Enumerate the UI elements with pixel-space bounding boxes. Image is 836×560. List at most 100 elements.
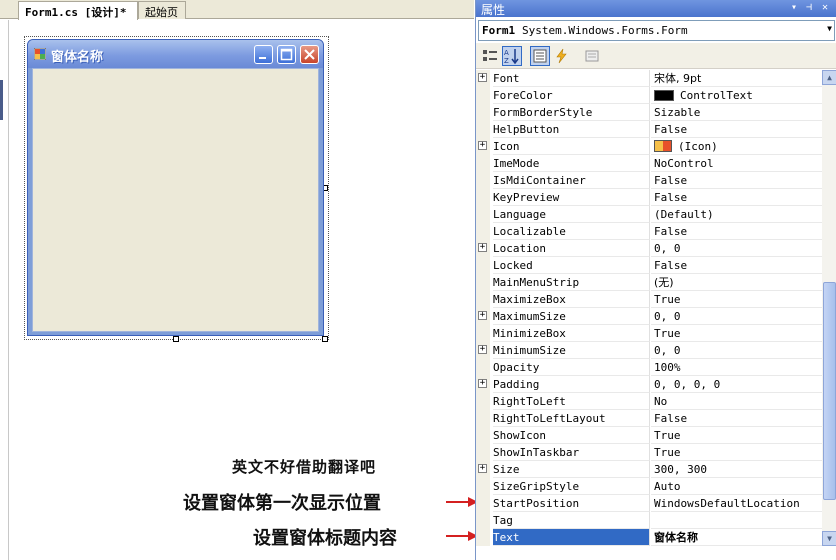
expand-plus-icon[interactable]: +	[478, 73, 487, 82]
property-row[interactable]: MinimizeBox True	[476, 325, 822, 342]
property-value[interactable]: 窗体名称	[651, 529, 822, 546]
property-row[interactable]: MaximizeBox True	[476, 291, 822, 308]
property-name[interactable]: Text	[493, 529, 650, 546]
property-row[interactable]: StartPosition WindowsDefaultLocation	[476, 495, 822, 512]
property-row[interactable]: Localizable False	[476, 223, 822, 240]
expand-plus-icon[interactable]: +	[478, 345, 487, 354]
property-value[interactable]: False	[651, 121, 822, 138]
tab-form1-design[interactable]: Form1.cs [设计]*	[18, 1, 138, 20]
property-name[interactable]: SizeGripStyle	[493, 478, 650, 495]
property-name[interactable]: ShowInTaskbar	[493, 444, 650, 461]
property-row[interactable]: Text 窗体名称	[476, 529, 822, 546]
property-row[interactable]: ShowInTaskbar True	[476, 444, 822, 461]
property-value[interactable]: NoControl	[651, 155, 822, 172]
property-row[interactable]: Language (Default)	[476, 206, 822, 223]
tab-start-page[interactable]: 起始页	[138, 1, 186, 19]
property-row[interactable]: + MaximumSize 0, 0	[476, 308, 822, 325]
property-value[interactable]: 0, 0	[651, 308, 822, 325]
maximize-button[interactable]	[277, 45, 296, 64]
scroll-down-button[interactable]: ▼	[822, 531, 836, 546]
close-button[interactable]	[300, 45, 319, 64]
property-name[interactable]: Localizable	[493, 223, 650, 240]
property-name[interactable]: Padding	[493, 376, 650, 393]
expand-plus-icon[interactable]: +	[478, 464, 487, 473]
dropdown-icon[interactable]: ▾	[788, 2, 800, 14]
property-row[interactable]: FormBorderStyle Sizable	[476, 104, 822, 121]
form-preview-window[interactable]: 窗体名称	[27, 39, 324, 336]
property-value[interactable]: 宋体, 9pt	[651, 70, 822, 87]
property-row[interactable]: HelpButton False	[476, 121, 822, 138]
property-row[interactable]: + Location 0, 0	[476, 240, 822, 257]
property-name[interactable]: MaximumSize	[493, 308, 650, 325]
events-button[interactable]	[552, 46, 572, 66]
property-name[interactable]: HelpButton	[493, 121, 650, 138]
property-name[interactable]: Icon	[493, 138, 650, 155]
property-row[interactable]: + Size 300, 300	[476, 461, 822, 478]
property-name[interactable]: Font	[493, 70, 650, 87]
expand-plus-icon[interactable]: +	[478, 379, 487, 388]
property-row[interactable]: ImeMode NoControl	[476, 155, 822, 172]
property-value[interactable]: True	[651, 325, 822, 342]
property-value[interactable]: True	[651, 444, 822, 461]
property-name[interactable]: StartPosition	[493, 495, 650, 512]
property-name[interactable]: MaximizeBox	[493, 291, 650, 308]
property-value[interactable]: No	[651, 393, 822, 410]
property-row[interactable]: MainMenuStrip (无)	[476, 274, 822, 291]
property-name[interactable]: Locked	[493, 257, 650, 274]
minimize-button[interactable]	[254, 45, 273, 64]
property-value[interactable]: Sizable	[651, 104, 822, 121]
chevron-down-icon[interactable]: ▼	[827, 24, 832, 33]
property-row[interactable]: + Padding 0, 0, 0, 0	[476, 376, 822, 393]
property-name[interactable]: Size	[493, 461, 650, 478]
property-row[interactable]: + Font 宋体, 9pt	[476, 70, 822, 87]
property-name[interactable]: ForeColor	[493, 87, 650, 104]
property-value[interactable]: 100%	[651, 359, 822, 376]
property-row[interactable]: RightToLeftLayout False	[476, 410, 822, 427]
property-value[interactable]: False	[651, 257, 822, 274]
property-value[interactable]: Auto	[651, 478, 822, 495]
property-name[interactable]: FormBorderStyle	[493, 104, 650, 121]
property-name[interactable]: IsMdiContainer	[493, 172, 650, 189]
property-value[interactable]: WindowsDefaultLocation	[651, 495, 822, 512]
property-pages-button[interactable]	[582, 46, 602, 66]
property-name[interactable]: Tag	[493, 512, 650, 529]
property-name[interactable]: ShowIcon	[493, 427, 650, 444]
close-icon[interactable]: ✕	[819, 2, 831, 14]
form-client-area[interactable]	[32, 68, 319, 332]
property-name[interactable]: Language	[493, 206, 650, 223]
property-value[interactable]: 0, 0, 0, 0	[651, 376, 822, 393]
property-row[interactable]: KeyPreview False	[476, 189, 822, 206]
property-name[interactable]: MainMenuStrip	[493, 274, 650, 291]
property-row[interactable]: Opacity 100%	[476, 359, 822, 376]
property-value[interactable]: 0, 0	[651, 240, 822, 257]
property-row[interactable]: + Icon (Icon)	[476, 138, 822, 155]
property-name[interactable]: RightToLeftLayout	[493, 410, 650, 427]
property-value[interactable]: (Icon)	[651, 138, 822, 155]
alphabetical-button[interactable]: A Z	[502, 46, 522, 66]
property-value[interactable]: False	[651, 223, 822, 240]
object-selector[interactable]: Form1 System.Windows.Forms.Form ▼	[478, 20, 835, 41]
property-name[interactable]: MinimumSize	[493, 342, 650, 359]
property-row[interactable]: Tag	[476, 512, 822, 529]
expand-plus-icon[interactable]: +	[478, 243, 487, 252]
property-name[interactable]: RightToLeft	[493, 393, 650, 410]
property-value[interactable]: 300, 300	[651, 461, 822, 478]
property-grid-scrollbar[interactable]: ▲ ▼	[822, 70, 836, 546]
property-value[interactable]: True	[651, 291, 822, 308]
property-name[interactable]: MinimizeBox	[493, 325, 650, 342]
property-name[interactable]: Opacity	[493, 359, 650, 376]
property-value[interactable]: (Default)	[651, 206, 822, 223]
property-name[interactable]: ImeMode	[493, 155, 650, 172]
property-value[interactable]: False	[651, 172, 822, 189]
property-row[interactable]: SizeGripStyle Auto	[476, 478, 822, 495]
property-value[interactable]: False	[651, 410, 822, 427]
property-value[interactable]	[651, 512, 822, 529]
resize-handle-corner[interactable]	[322, 336, 328, 342]
property-row[interactable]: Locked False	[476, 257, 822, 274]
categorized-button[interactable]	[480, 46, 500, 66]
resize-handle-bottom[interactable]	[173, 336, 179, 342]
property-value[interactable]: False	[651, 189, 822, 206]
properties-view-button[interactable]	[530, 46, 550, 66]
property-name[interactable]: KeyPreview	[493, 189, 650, 206]
property-value[interactable]: ControlText	[651, 87, 822, 104]
